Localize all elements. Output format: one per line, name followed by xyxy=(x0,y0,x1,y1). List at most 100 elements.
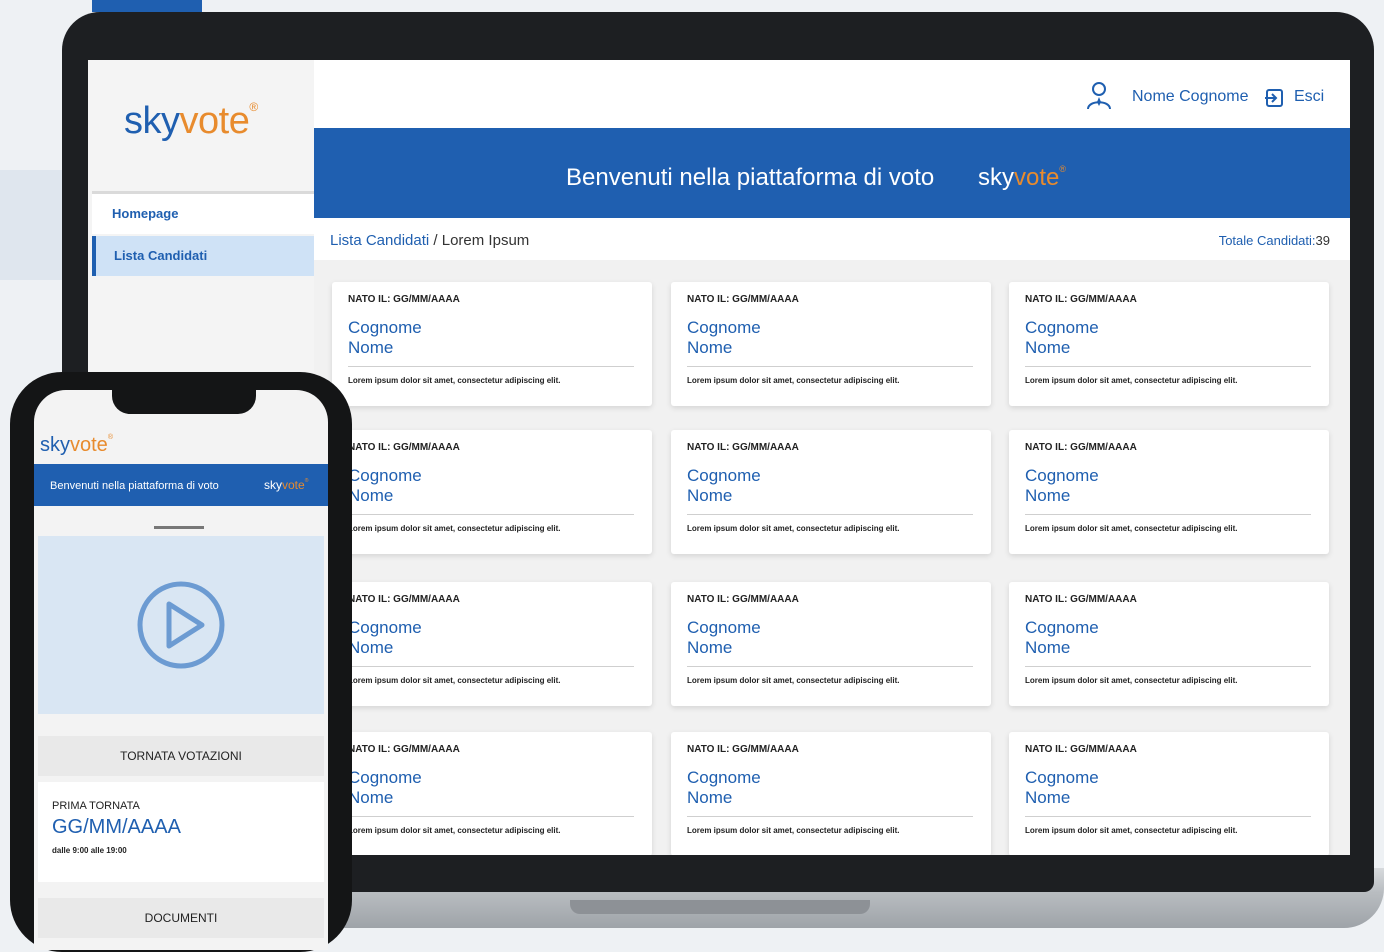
candidate-card[interactable]: NATO IL: GG/MM/AAAA Cognome Nome Lorem ipsu… xyxy=(1009,282,1329,406)
phone-frame: skyvote® Benvenuti nella piattaforma di … xyxy=(10,372,352,952)
candidate-card[interactable]: NATO IL: GG/MM/AAAA Cognome Nome Lorem ipsu… xyxy=(332,282,652,406)
candidate-surname: Cognome xyxy=(348,466,422,485)
logout-link[interactable]: Esci xyxy=(1294,88,1324,106)
mobile-logo-vote: vote xyxy=(70,434,108,456)
candidate-description: Lorem ipsum dolor sit amet, consectetur … xyxy=(1025,524,1238,533)
candidate-dob: NATO IL: GG/MM/AAAA xyxy=(348,442,460,453)
candidate-dob: NATO IL: GG/MM/AAAA xyxy=(1025,594,1137,605)
user-avatar-icon[interactable] xyxy=(1086,80,1112,110)
candidate-dob: NATO IL: GG/MM/AAAA xyxy=(348,744,460,755)
card-divider xyxy=(348,666,634,667)
candidate-surname: Cognome xyxy=(348,318,422,337)
card-divider xyxy=(687,816,973,817)
candidate-card[interactable]: NATO IL: GG/MM/AAAA Cognome Nome Lorem ipsu… xyxy=(671,732,991,855)
candidate-surname: Cognome xyxy=(687,466,761,485)
card-divider xyxy=(687,666,973,667)
sidebar-item-lista-candidati[interactable]: Lista Candidati xyxy=(92,236,314,276)
sidebar-item-label: Homepage xyxy=(112,206,179,221)
candidate-name: Nome xyxy=(1025,788,1071,807)
video-caption-bar xyxy=(154,526,204,529)
candidate-card[interactable]: NATO IL: GG/MM/AAAA Cognome Nome Lorem ipsu… xyxy=(332,430,652,554)
candidate-description: Lorem ipsum dolor sit amet, consectetur … xyxy=(687,376,900,385)
sidebar-item-homepage[interactable]: Homepage xyxy=(92,194,314,234)
candidate-card[interactable]: NATO IL: GG/MM/AAAA Cognome Nome Lorem ipsu… xyxy=(332,582,652,706)
card-divider xyxy=(348,816,634,817)
candidate-surname: Cognome xyxy=(687,618,761,637)
round-date: GG/MM/AAAA xyxy=(52,816,181,838)
candidate-dob: NATO IL: GG/MM/AAAA xyxy=(687,294,799,305)
total-candidates-label: Totale Candidati: xyxy=(1218,233,1316,248)
mobile-skyvote-logo[interactable]: skyvote® xyxy=(40,434,113,457)
mobile-banner-title: Benvenuti nella piattaforma di voto xyxy=(50,480,219,492)
candidate-description: Lorem ipsum dolor sit amet, consectetur … xyxy=(687,826,900,835)
mobile-logo-registered-mark: ® xyxy=(107,434,113,441)
candidate-dob: NATO IL: GG/MM/AAAA xyxy=(687,442,799,453)
candidate-card[interactable]: NATO IL: GG/MM/AAAA Cognome Nome Lorem ipsu… xyxy=(1009,582,1329,706)
banner-logo-registered-mark: ® xyxy=(1059,164,1067,174)
candidate-name: Nome xyxy=(687,788,733,807)
candidate-surname: Cognome xyxy=(687,318,761,337)
candidate-description: Lorem ipsum dolor sit amet, consectetur … xyxy=(348,376,561,385)
mobile-banner-logo-sky: sky xyxy=(264,478,282,492)
candidate-dob: NATO IL: GG/MM/AAAA xyxy=(348,594,460,605)
candidate-name: Nome xyxy=(687,486,733,505)
mobile-welcome-banner: Benvenuti nella piattaforma di voto skyv… xyxy=(34,464,328,506)
candidate-dob: NATO IL: GG/MM/AAAA xyxy=(687,594,799,605)
logo-registered-mark: ® xyxy=(249,100,258,114)
mobile-banner-logo-registered-mark: ® xyxy=(304,478,309,484)
skyvote-logo[interactable]: skyvote® xyxy=(124,100,258,143)
sidebar-item-label: Lista Candidati xyxy=(114,248,208,263)
candidate-dob: NATO IL: GG/MM/AAAA xyxy=(1025,442,1137,453)
phone-screen: skyvote® Benvenuti nella piattaforma di … xyxy=(34,390,328,950)
phone-notch xyxy=(112,390,256,414)
candidate-card[interactable]: NATO IL: GG/MM/AAAA Cognome Nome Lorem ipsu… xyxy=(671,430,991,554)
banner-title: Benvenuti nella piattaforma di voto xyxy=(566,164,935,191)
section-tornata-votazioni[interactable]: TORNATA VOTAZIONI xyxy=(38,736,324,776)
candidate-surname: Cognome xyxy=(1025,466,1099,485)
card-divider xyxy=(1025,366,1311,367)
candidate-description: Lorem ipsum dolor sit amet, consectetur … xyxy=(1025,826,1238,835)
candidate-surname: Cognome xyxy=(1025,618,1099,637)
candidate-name: Nome xyxy=(687,338,733,357)
logout-icon[interactable] xyxy=(1264,88,1284,108)
section-documenti[interactable]: DOCUMENTI xyxy=(38,898,324,938)
card-divider xyxy=(1025,514,1311,515)
candidate-description: Lorem ipsum dolor sit amet, consectetur … xyxy=(348,676,561,685)
top-bar: Nome Cognome Esci xyxy=(314,60,1350,128)
candidate-name: Nome xyxy=(1025,338,1071,357)
play-icon[interactable] xyxy=(136,580,226,670)
welcome-banner: Benvenuti nella piattaforma di voto skyv… xyxy=(314,128,1350,218)
user-name[interactable]: Nome Cognome xyxy=(1132,88,1249,106)
candidate-surname: Cognome xyxy=(348,618,422,637)
candidate-name: Nome xyxy=(348,638,394,657)
voting-round-card: PRIMA TORNATA GG/MM/AAAA dalle 9:00 alle… xyxy=(38,782,324,882)
mobile-banner-logo: skyvote® xyxy=(264,478,308,492)
total-candidates: Totale Candidati:39 xyxy=(1219,233,1330,248)
card-divider xyxy=(687,514,973,515)
candidate-dob: NATO IL: GG/MM/AAAA xyxy=(1025,744,1137,755)
candidate-surname: Cognome xyxy=(687,768,761,787)
mobile-logo-sky: sky xyxy=(40,434,70,456)
breadcrumb-section[interactable]: Lista Candidati xyxy=(330,232,429,249)
candidate-description: Lorem ipsum dolor sit amet, consectetur … xyxy=(348,524,561,533)
candidate-name: Nome xyxy=(1025,638,1071,657)
laptop-hinge xyxy=(570,900,870,914)
candidate-card[interactable]: NATO IL: GG/MM/AAAA Cognome Nome Lorem ipsu… xyxy=(671,282,991,406)
logo-sky-text: sky xyxy=(124,100,180,142)
total-candidates-count: 39 xyxy=(1315,233,1330,248)
candidate-description: Lorem ipsum dolor sit amet, consectetur … xyxy=(687,524,900,533)
candidate-description: Lorem ipsum dolor sit amet, consectetur … xyxy=(1025,676,1238,685)
candidate-dob: NATO IL: GG/MM/AAAA xyxy=(687,744,799,755)
breadcrumb-bar: Lista Candidati / Lorem Ipsum Totale Can… xyxy=(314,218,1350,260)
candidate-card[interactable]: NATO IL: GG/MM/AAAA Cognome Nome Lorem ipsu… xyxy=(671,582,991,706)
candidate-description: Lorem ipsum dolor sit amet, consectetur … xyxy=(1025,376,1238,385)
candidate-card[interactable]: NATO IL: GG/MM/AAAA Cognome Nome Lorem ipsu… xyxy=(1009,430,1329,554)
candidate-description: Lorem ipsum dolor sit amet, consectetur … xyxy=(348,826,561,835)
candidate-description: Lorem ipsum dolor sit amet, consectetur … xyxy=(687,676,900,685)
video-player[interactable] xyxy=(38,536,324,714)
card-divider xyxy=(348,366,634,367)
candidate-card[interactable]: NATO IL: GG/MM/AAAA Cognome Nome Lorem ipsu… xyxy=(1009,732,1329,855)
candidate-name: Nome xyxy=(687,638,733,657)
candidate-card[interactable]: NATO IL: GG/MM/AAAA Cognome Nome Lorem ipsu… xyxy=(332,732,652,855)
banner-logo-sky: sky xyxy=(978,164,1014,191)
